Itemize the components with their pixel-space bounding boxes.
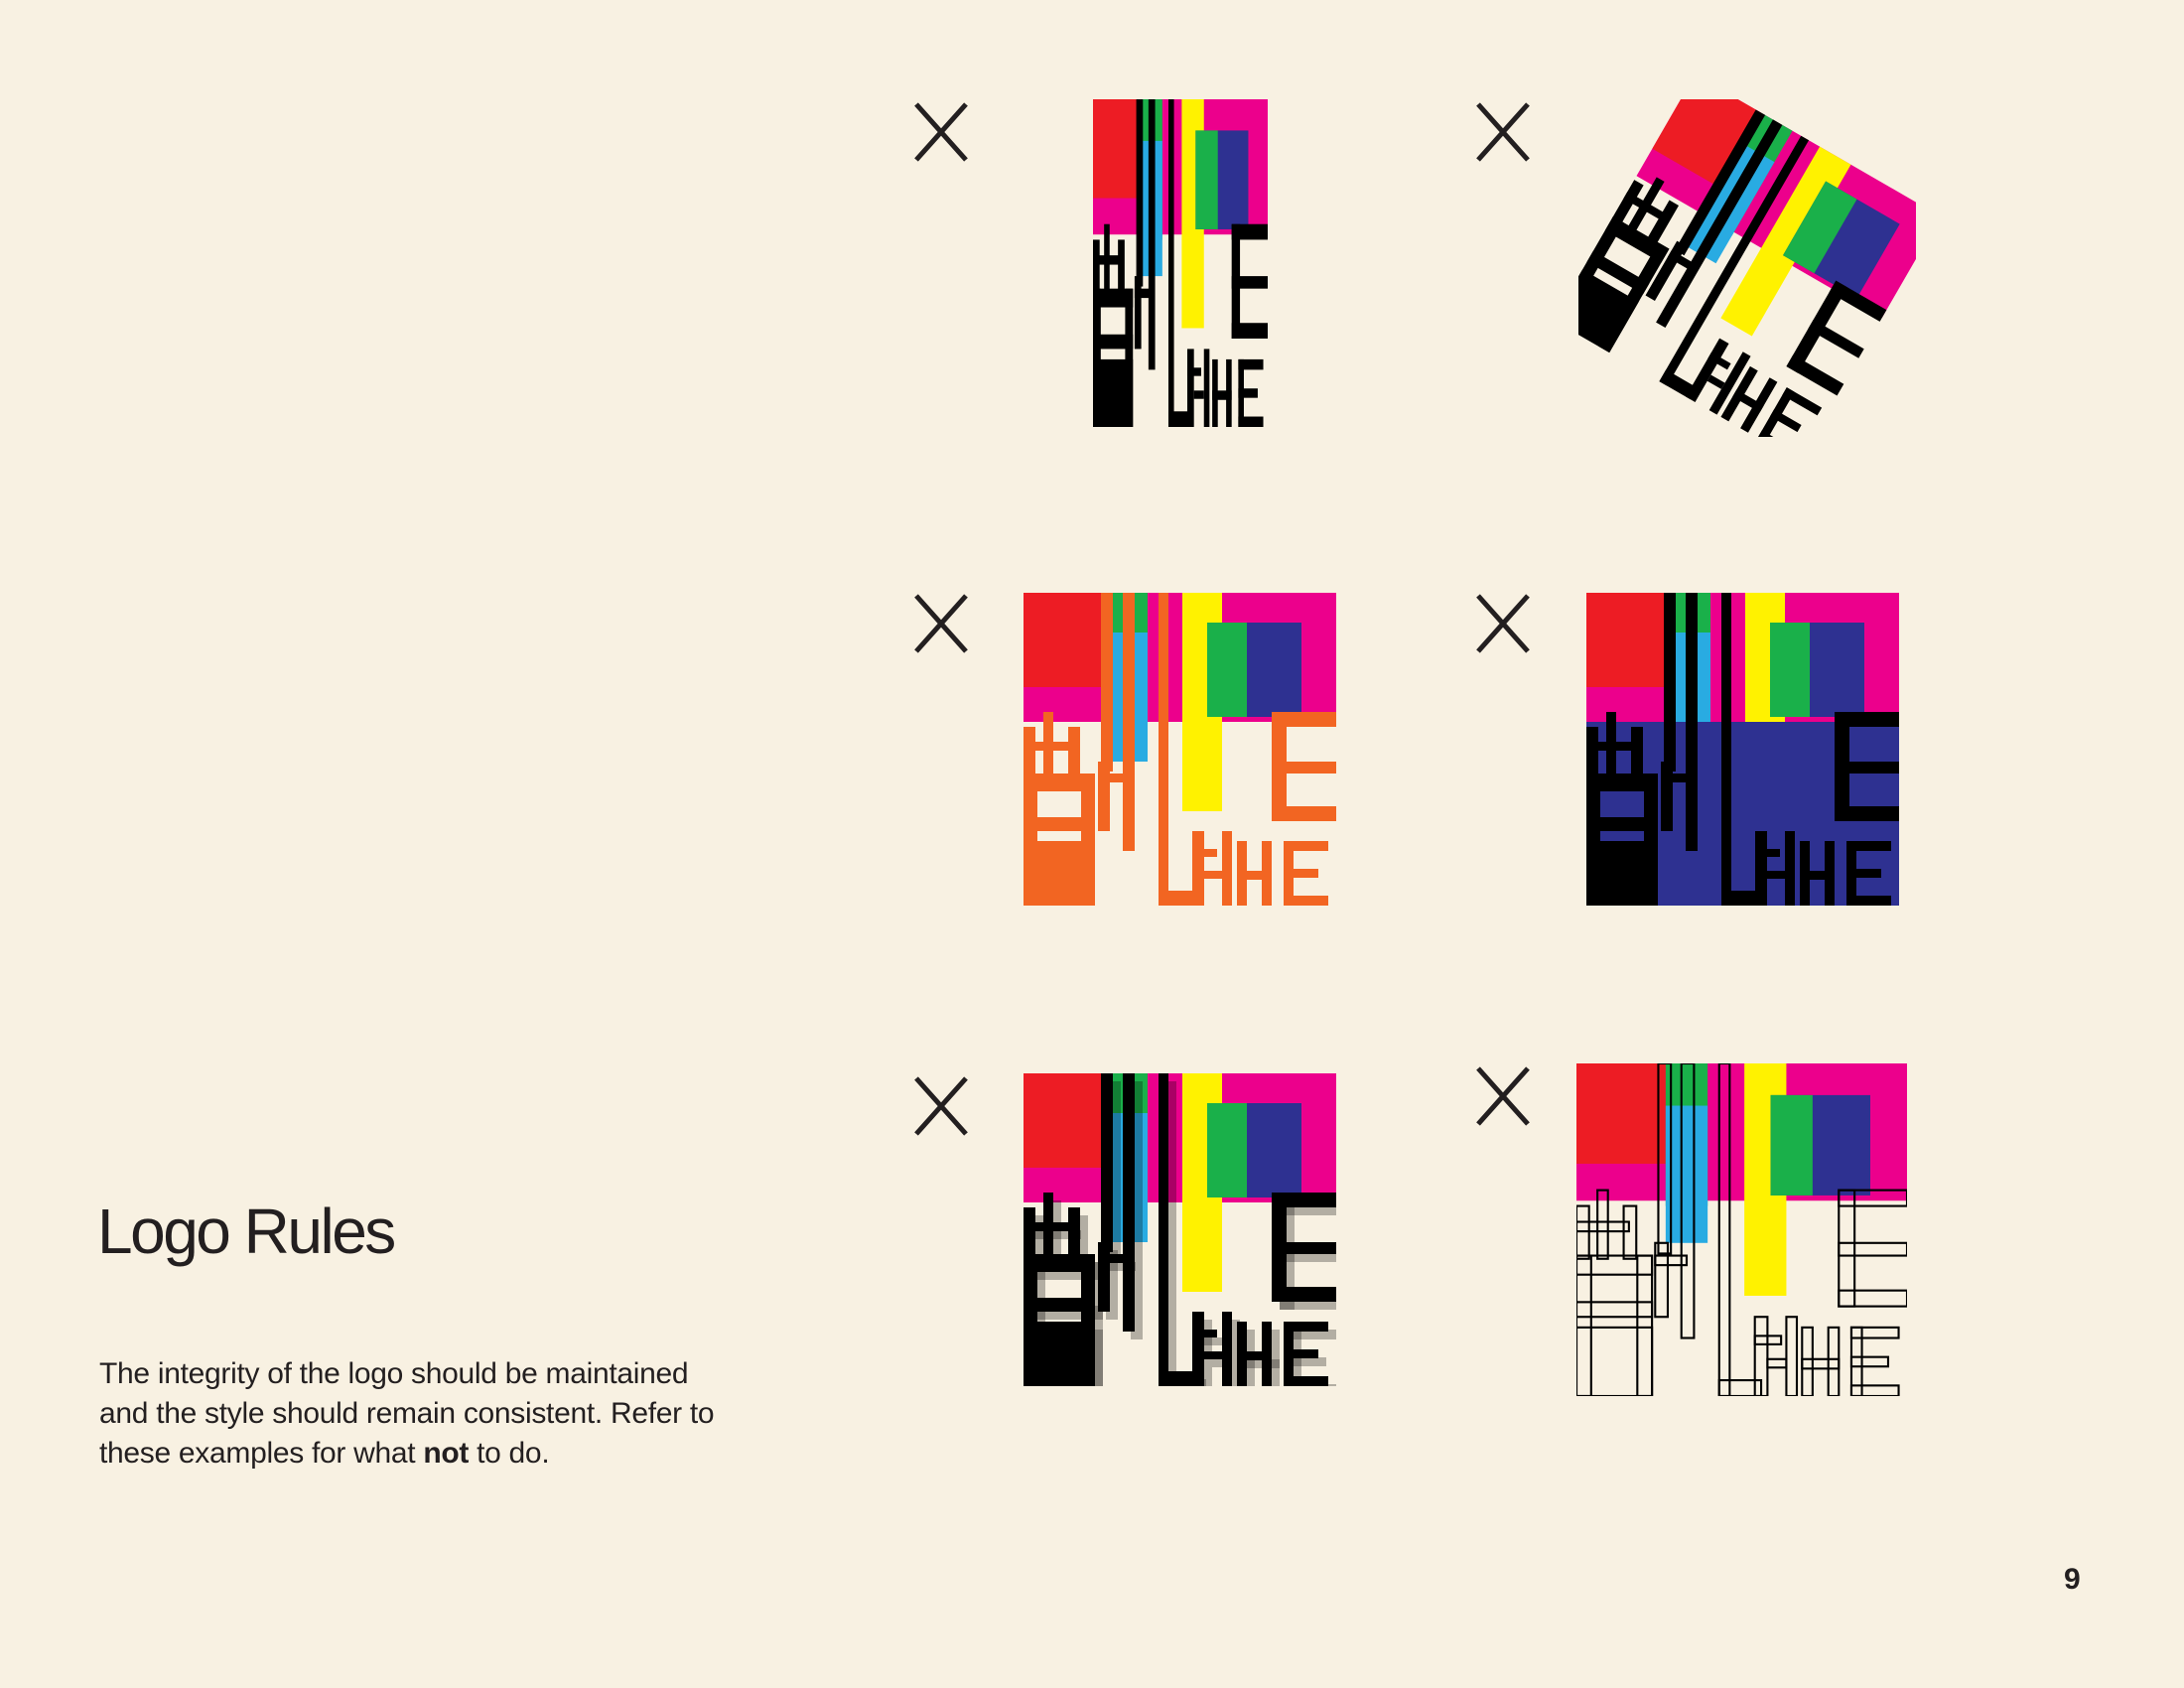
page-title: Logo Rules [97,1196,396,1267]
x-icon [913,1075,969,1137]
x-icon [1475,593,1531,654]
logo-example-drop-shadow [1024,1073,1336,1386]
logo-example-dark-background [1586,593,1899,906]
logo-example-stretched [1093,99,1268,427]
description-text-end: to do. [469,1437,550,1470]
description-text: The integrity of the logo should be main… [99,1357,715,1470]
magenta-color-panel [99,0,738,1149]
x-icon [913,593,969,654]
logo-example-rotated [1578,99,1916,437]
x-icon [913,101,969,163]
x-icon [1475,1065,1531,1127]
logo-example-outlined-letters [1576,1063,1907,1396]
logo-example-recolored-letters [1024,593,1336,906]
page-number: 9 [2064,1563,2081,1596]
description-emphasis: not [423,1437,470,1470]
x-icon [1475,101,1531,163]
page-description: The integrity of the logo should be main… [99,1354,745,1474]
